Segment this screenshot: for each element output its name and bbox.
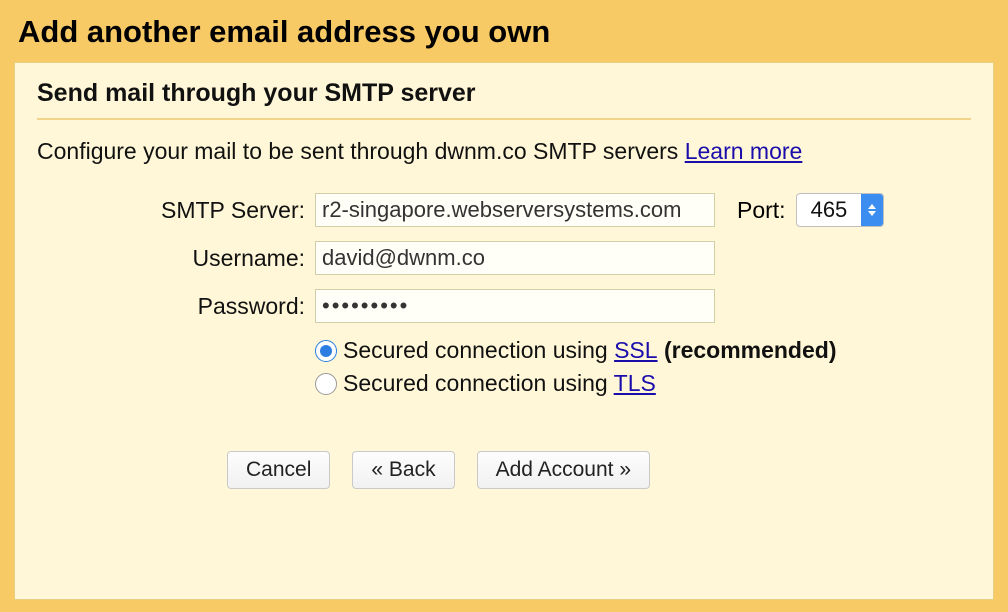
ssl-radio[interactable] (315, 340, 337, 362)
port-label: Port: (737, 197, 786, 224)
dialog-window: Add another email address you own Send m… (0, 0, 1008, 612)
password-label: Password: (37, 293, 315, 320)
password-input[interactable] (315, 289, 715, 323)
back-button[interactable]: « Back (352, 451, 454, 489)
smtp-label: SMTP Server: (37, 197, 315, 224)
step-title: Send mail through your SMTP server (37, 79, 971, 108)
tls-text-prefix: Secured connection using (343, 370, 614, 396)
dialog-body: Send mail through your SMTP server Confi… (14, 62, 994, 600)
port-value: 465 (797, 197, 862, 223)
port-stepper-icon[interactable] (861, 194, 883, 226)
tls-link[interactable]: TLS (614, 370, 656, 396)
ssl-recommended: (recommended) (658, 337, 837, 363)
smtp-server-input[interactable] (315, 193, 715, 227)
username-label: Username: (37, 245, 315, 272)
chevron-up-icon (868, 204, 876, 209)
add-account-button[interactable]: Add Account » (477, 451, 650, 489)
tls-radio[interactable] (315, 373, 337, 395)
username-input[interactable] (315, 241, 715, 275)
description: Configure your mail to be sent through d… (37, 138, 971, 165)
description-text: Configure your mail to be sent through d… (37, 138, 685, 164)
port-select[interactable]: 465 (796, 193, 885, 227)
tls-radio-row[interactable]: Secured connection using TLS (315, 370, 971, 397)
learn-more-link[interactable]: Learn more (685, 138, 803, 164)
ssl-text-prefix: Secured connection using (343, 337, 614, 363)
button-row: Cancel « Back Add Account » (227, 451, 971, 489)
title-bar: Add another email address you own (0, 0, 1008, 62)
cancel-button[interactable]: Cancel (227, 451, 330, 489)
username-row: Username: (37, 241, 971, 275)
divider (37, 118, 971, 120)
password-row: Password: (37, 289, 971, 323)
smtp-row: SMTP Server: Port: 465 (37, 193, 971, 227)
dialog-title: Add another email address you own (18, 14, 990, 50)
ssl-link[interactable]: SSL (614, 337, 657, 363)
chevron-down-icon (868, 211, 876, 216)
ssl-radio-row[interactable]: Secured connection using SSL (recommende… (315, 337, 971, 364)
